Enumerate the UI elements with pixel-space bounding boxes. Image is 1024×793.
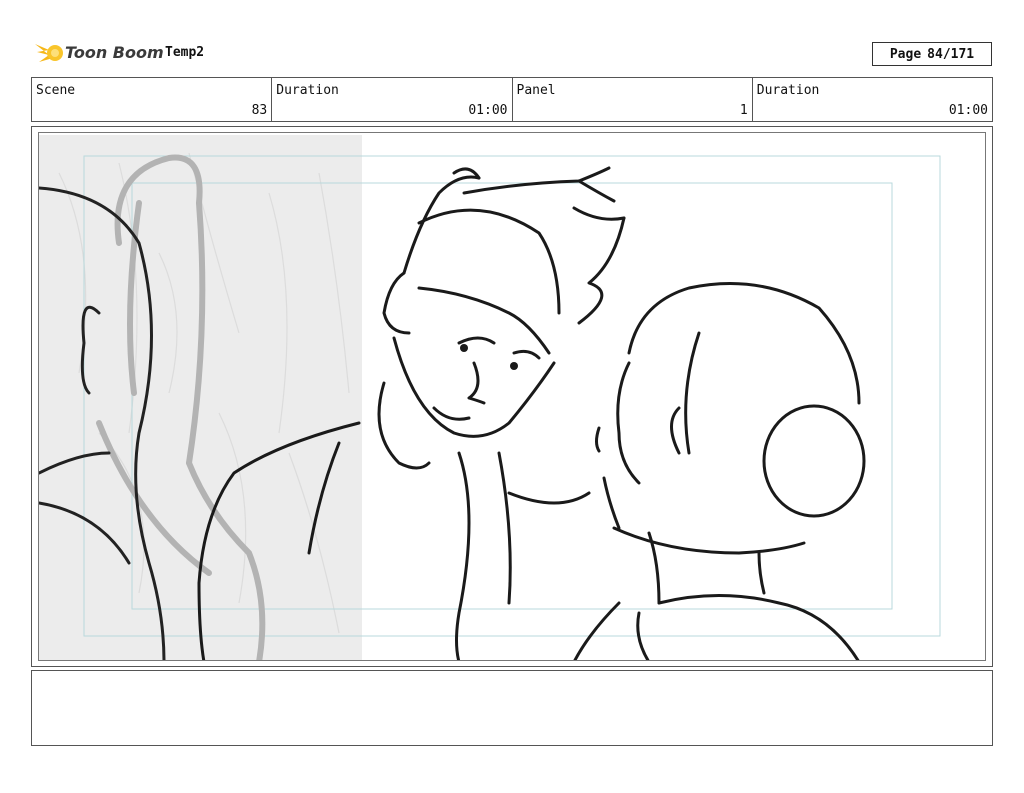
scene-value: 83	[251, 103, 268, 118]
scene-duration-value: 01:00	[468, 103, 508, 118]
notes-box[interactable]	[31, 670, 993, 746]
scene-cell: Scene 83	[32, 78, 273, 121]
panel-duration-value: 01:00	[948, 103, 988, 118]
panel-label: Panel	[516, 83, 556, 98]
scene-duration-label: Duration	[276, 83, 339, 98]
project-title: Temp2	[165, 45, 205, 60]
logo-text: Toon Boom	[65, 43, 164, 62]
scene-label: Scene	[36, 83, 76, 98]
page-label: Page	[889, 46, 922, 62]
storyboard-sketch	[39, 135, 941, 660]
panel-duration-cell: Duration 01:00	[753, 78, 992, 121]
toon-boom-logo-icon	[35, 44, 63, 62]
page-indicator: Page 84/171	[872, 42, 992, 66]
toon-boom-logo: Toon Boom	[33, 38, 164, 68]
girl-figure	[573, 282, 866, 660]
panel-cell: Panel 1	[513, 78, 753, 121]
info-row: Scene 83 Duration 01:00 Panel 1 Duration…	[31, 77, 993, 122]
page-value: 84/171	[927, 46, 975, 62]
scene-duration-cell: Duration 01:00	[272, 78, 513, 121]
panel-duration-label: Duration	[756, 83, 820, 98]
panel-value: 1	[739, 103, 748, 118]
panel-image	[38, 132, 986, 661]
